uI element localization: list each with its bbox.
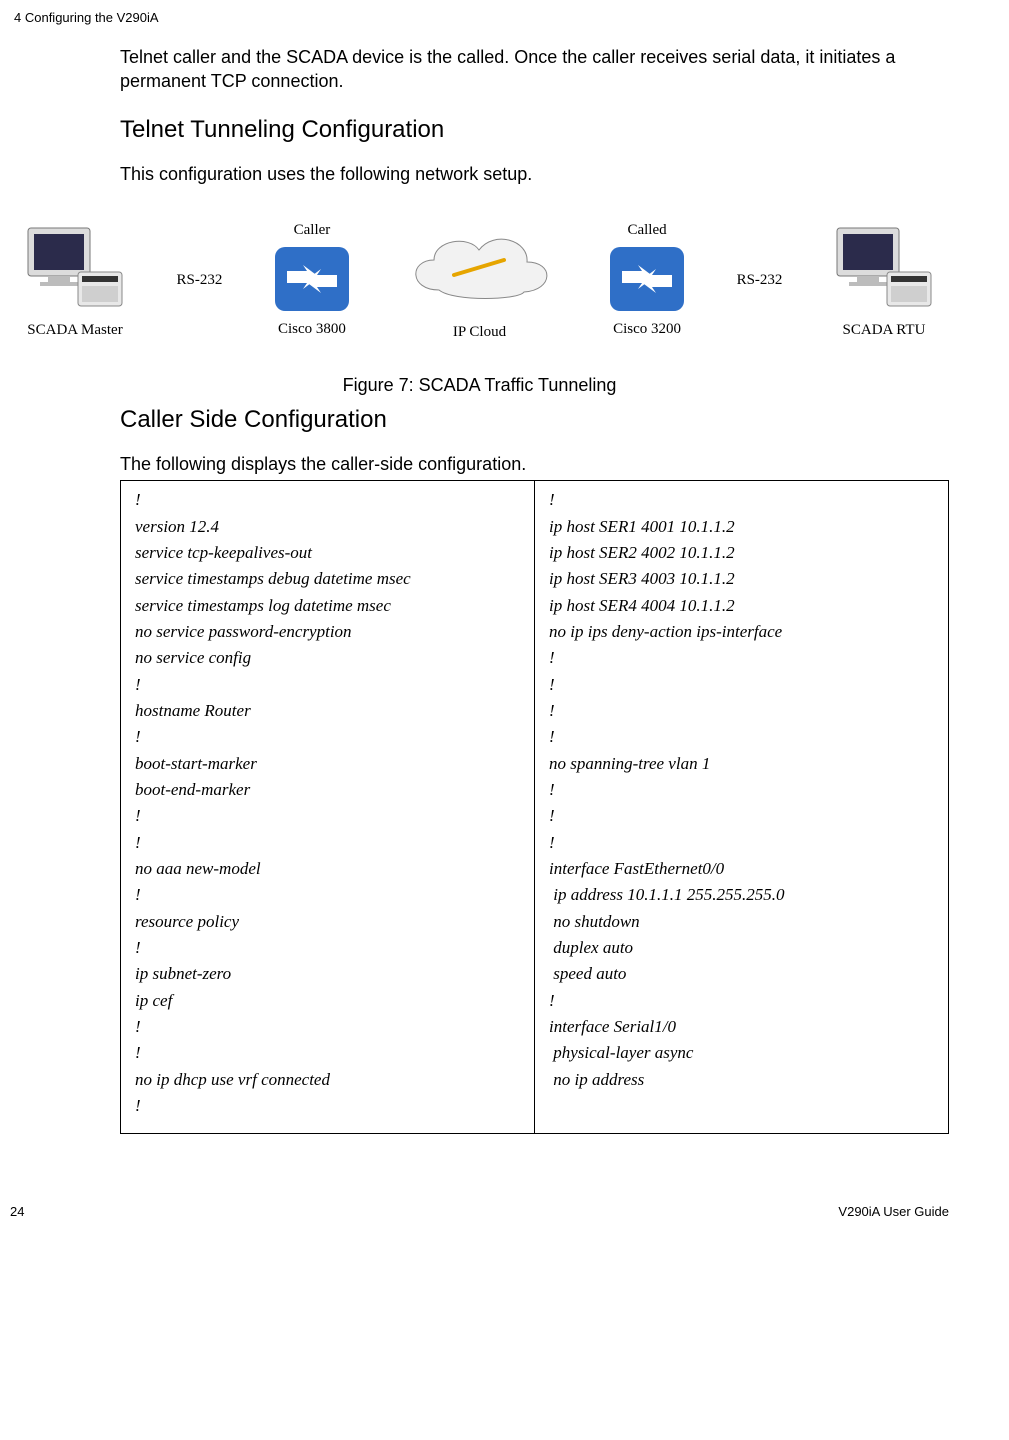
config-line: no service password-encryption (135, 619, 520, 645)
scada-master-node: SCADA Master (20, 222, 130, 339)
config-line: no ip address (549, 1067, 934, 1093)
rs232-right-label: RS-232 (737, 272, 783, 289)
caller-label: Caller (294, 222, 331, 239)
config-line: no ip ips deny-action ips-interface (549, 619, 934, 645)
called-router-node: Called Cisco 3200 (604, 222, 690, 338)
config-line: ! (549, 645, 934, 671)
scada-master-label: SCADA Master (27, 322, 122, 339)
config-line: ! (135, 803, 520, 829)
config-line: service timestamps log datetime msec (135, 593, 520, 619)
config-line: ! (549, 988, 934, 1014)
config-line: ip host SER4 4004 10.1.1.2 (549, 593, 934, 619)
rs232-left-label: RS-232 (177, 272, 223, 289)
config-line: duplex auto (549, 935, 934, 961)
config-line: no shutdown (549, 909, 934, 935)
config-line: interface Serial1/0 (549, 1014, 934, 1040)
config-line: ip address 10.1.1.1 255.255.255.0 (549, 882, 934, 908)
table-row: !version 12.4service tcp-keepalives-outs… (121, 481, 949, 1134)
page-header: 4 Configuring the V290iA (14, 10, 949, 25)
config-table: !version 12.4service tcp-keepalives-outs… (120, 480, 949, 1134)
config-line: version 12.4 (135, 514, 520, 540)
config-line: speed auto (549, 961, 934, 987)
router-icon (604, 241, 690, 317)
config-line: boot-end-marker (135, 777, 520, 803)
figure-caption: Figure 7: SCADA Traffic Tunneling (10, 375, 949, 396)
config-line: hostname Router (135, 698, 520, 724)
config-line: ! (549, 672, 934, 698)
config-left-cell: !version 12.4service tcp-keepalives-outs… (121, 481, 535, 1134)
config-line: no service config (135, 645, 520, 671)
caller-side-heading: Caller Side Configuration (120, 406, 949, 434)
config-line: ! (135, 830, 520, 856)
caller-router-node: Caller Cisco 3800 (269, 222, 355, 338)
config-line: ! (135, 672, 520, 698)
figure-scada-tunneling: SCADA Master RS-232 Caller Cisco 3800 (10, 208, 949, 361)
intro-paragraph: Telnet caller and the SCADA device is th… (120, 45, 949, 94)
caller-side-para: The following displays the caller-side c… (120, 452, 949, 476)
telnet-tunneling-para: This configuration uses the following ne… (120, 162, 949, 186)
config-line: ! (135, 1040, 520, 1066)
config-line: ! (549, 777, 934, 803)
scada-rtu-label: SCADA RTU (843, 322, 926, 339)
config-line: ! (549, 698, 934, 724)
config-line: ! (549, 803, 934, 829)
telnet-tunneling-heading: Telnet Tunneling Configuration (120, 116, 949, 144)
config-line: interface FastEthernet0/0 (549, 856, 934, 882)
config-line: ip host SER3 4003 10.1.1.2 (549, 566, 934, 592)
config-line: ! (135, 935, 520, 961)
config-line: ! (549, 830, 934, 856)
pc-icon (20, 222, 130, 318)
network-diagram: SCADA Master RS-232 Caller Cisco 3800 (16, 214, 943, 345)
cisco3800-label: Cisco 3800 (278, 321, 346, 338)
scada-rtu-node: SCADA RTU (829, 222, 939, 339)
pc-icon (829, 222, 939, 318)
config-line: ! (549, 487, 934, 513)
ip-cloud-node: IP Cloud (399, 220, 559, 341)
footer-title: V290iA User Guide (838, 1204, 949, 1219)
config-line: ip subnet-zero (135, 961, 520, 987)
config-line: ! (135, 724, 520, 750)
config-line: ! (135, 1014, 520, 1040)
config-line: no spanning-tree vlan 1 (549, 751, 934, 777)
cloud-icon (399, 220, 559, 320)
config-line: ! (135, 1093, 520, 1119)
config-line: no ip dhcp use vrf connected (135, 1067, 520, 1093)
config-right-cell: !ip host SER1 4001 10.1.1.2ip host SER2 … (535, 481, 949, 1134)
config-line: ip cef (135, 988, 520, 1014)
config-line: ip host SER2 4002 10.1.1.2 (549, 540, 934, 566)
config-line: ! (549, 724, 934, 750)
page-number: 24 (10, 1204, 24, 1219)
ip-cloud-label: IP Cloud (453, 324, 506, 341)
cisco3200-label: Cisco 3200 (613, 321, 681, 338)
config-line: ! (135, 882, 520, 908)
called-label: Called (627, 222, 666, 239)
config-line: physical-layer async (549, 1040, 934, 1066)
config-line: boot-start-marker (135, 751, 520, 777)
config-line: service tcp-keepalives-out (135, 540, 520, 566)
config-line: ! (135, 487, 520, 513)
config-line: resource policy (135, 909, 520, 935)
config-line: no aaa new-model (135, 856, 520, 882)
config-line: service timestamps debug datetime msec (135, 566, 520, 592)
router-icon (269, 241, 355, 317)
config-line: ip host SER1 4001 10.1.1.2 (549, 514, 934, 540)
